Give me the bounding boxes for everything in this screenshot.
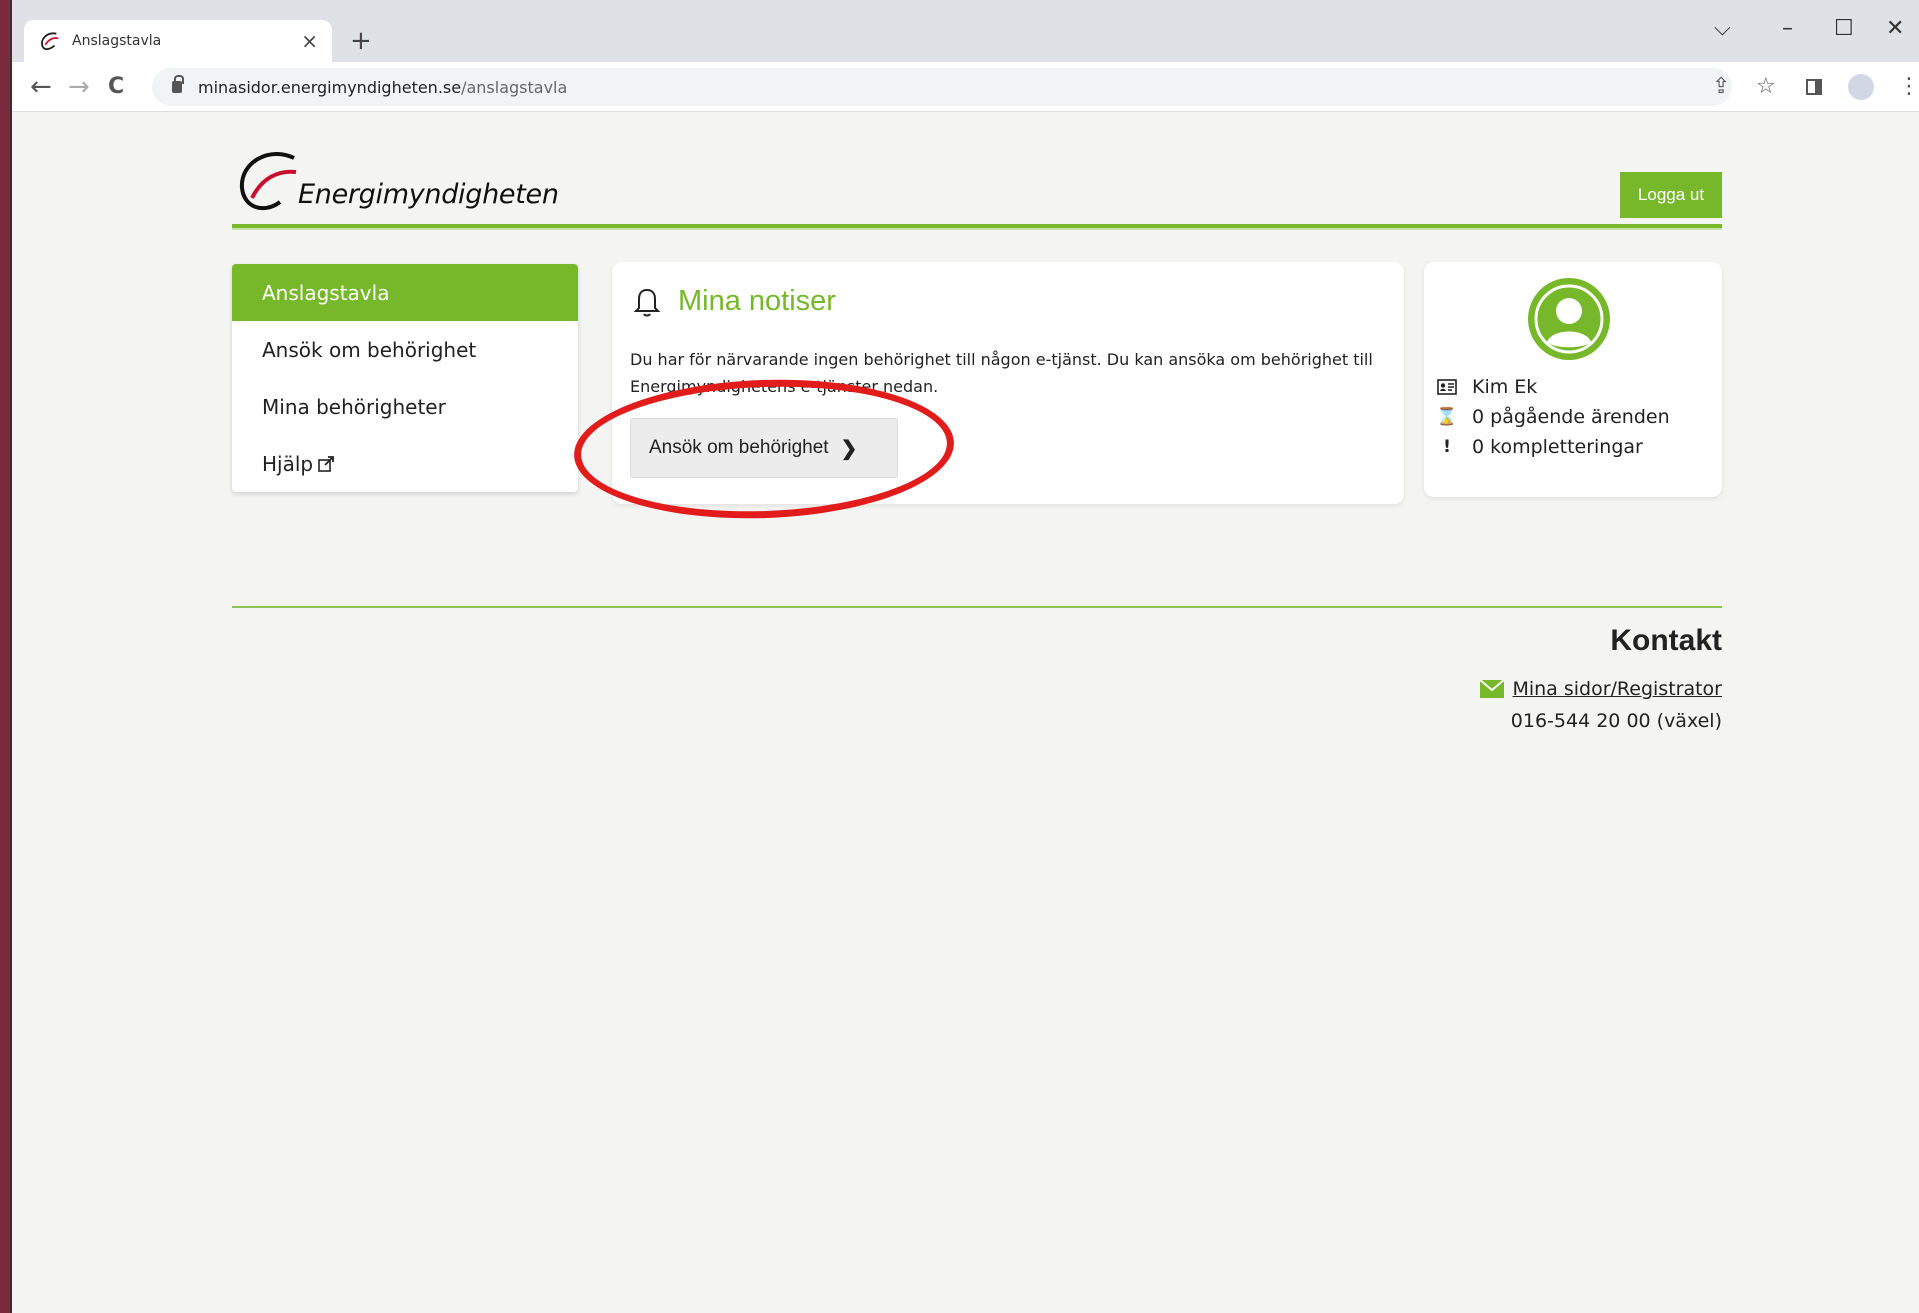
tab-close-icon[interactable]: × [301,29,318,53]
notices-title: Mina notiser [678,284,836,317]
profile-completions: 0 kompletteringar [1472,436,1643,458]
exclamation-icon: ! [1443,437,1451,457]
back-icon[interactable]: ← [30,72,52,102]
share-icon[interactable]: ⇪ [1712,74,1730,99]
apply-permission-button[interactable]: Ansök om behörighet ❯ [630,418,898,478]
hourglass-icon: ⌛ [1436,407,1458,427]
profile-name: Kim Ek [1472,376,1538,398]
browser-toolbar: ← → C minasidor.energimyndigheten.se/ans… [12,62,1919,112]
chevron-right-icon: ❯ [840,437,858,460]
forward-icon[interactable]: → [68,72,90,102]
nav-item-label: Mina behörigheter [262,394,446,419]
user-avatar-icon [1528,278,1610,360]
browser-tab[interactable]: Anslagstavla × [24,20,332,62]
logout-button[interactable]: Logga ut [1620,172,1722,218]
notices-header: Mina notiser [630,284,836,318]
energimyndigheten-favicon-icon [41,32,59,51]
nav-item-anslagstavla[interactable]: Anslagstavla [232,264,578,321]
bookmark-star-icon[interactable]: ☆ [1756,74,1776,99]
address-bar[interactable]: minasidor.energimyndigheten.se/anslagsta… [152,68,1732,106]
logo-text: Energimyndigheten [298,179,559,210]
side-panel-icon[interactable] [1806,79,1822,95]
nav-item-label: Hjälp [262,451,314,476]
browser-menu-icon[interactable]: ⋮ [1898,74,1919,99]
envelope-icon [1480,680,1505,698]
profile-ongoing-row: ⌛ 0 pågående ärenden [1436,406,1670,428]
nav-item-ansok-om-behorighet[interactable]: Ansök om behörighet [232,321,578,378]
url-path: /anslagstavla [461,77,568,97]
site-logo[interactable]: Energimyndigheten [232,148,559,218]
nav-item-label: Anslagstavla [262,280,390,305]
window-frame-edge-inner [10,0,12,1313]
contact-heading: Kontakt [1610,624,1722,657]
bell-icon [633,288,661,317]
maximize-icon[interactable]: ☐ [1834,16,1854,41]
close-window-icon[interactable]: ✕ [1886,16,1904,41]
apply-permission-label: Ansök om behörighet [649,437,829,458]
url-host: minasidor.energimyndigheten.se [198,77,462,97]
profile-ongoing: 0 pågående ärenden [1472,406,1670,428]
external-link-icon [318,455,335,472]
tab-search-icon[interactable]: ⌵ [1714,16,1731,41]
window-frame-edge [0,0,10,1313]
tab-title: Anslagstavla [72,33,162,49]
side-navigation: Anslagstavla Ansök om behörighet Mina be… [232,264,578,492]
minimize-icon[interactable]: – [1782,16,1793,41]
lock-icon[interactable] [172,75,184,93]
profile-avatar-icon[interactable] [1848,74,1874,100]
nav-item-hjalp[interactable]: Hjälp [232,435,578,492]
notices-card: Mina notiser Du har för närvarande ingen… [612,262,1404,504]
header-divider [232,224,1722,230]
nav-item-label: Ansök om behörighet [262,337,477,362]
profile-card: Kim Ek ⌛ 0 pågående ärenden ! 0 komplett… [1424,262,1722,497]
contact-phone: 016-544 20 00 (växel) [1510,710,1722,732]
contact-email-label: Mina sidor/Registrator [1512,678,1722,700]
id-card-icon [1437,379,1457,395]
new-tab-icon[interactable]: + [350,26,372,56]
nav-item-mina-behorigheter[interactable]: Mina behörigheter [232,378,578,435]
browser-tabbar: Anslagstavla × + ⌵ – ☐ ✕ [12,0,1919,62]
reload-icon[interactable]: C [108,74,124,99]
energimyndigheten-logo-icon [239,152,297,211]
profile-name-row: Kim Ek [1436,376,1537,398]
contact-email-link[interactable]: Mina sidor/Registrator [1480,678,1722,700]
footer-divider [232,606,1722,608]
profile-completions-row: ! 0 kompletteringar [1436,436,1643,458]
notices-message: Du har för närvarande ingen behörighet t… [630,350,1373,396]
